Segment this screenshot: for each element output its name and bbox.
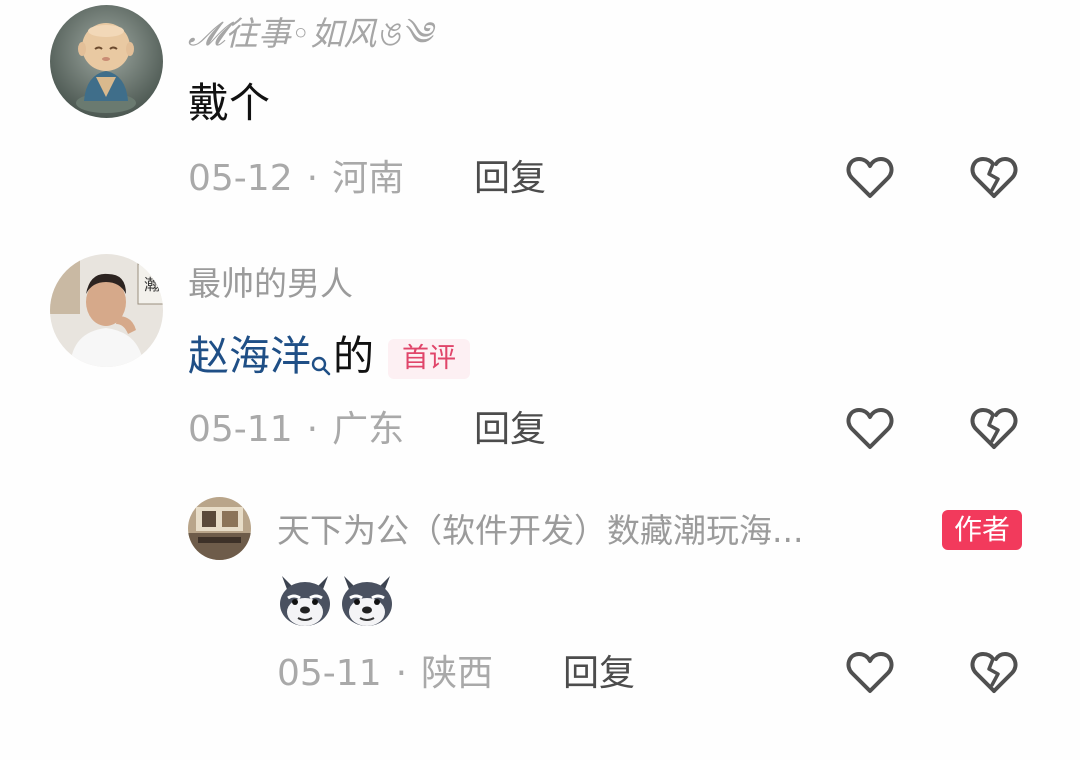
comment-date: 05-11 (188, 409, 293, 450)
first-comment-badge: 首评 (388, 339, 470, 379)
comment-username[interactable]: 最帅的男人 (188, 264, 353, 304)
comment-location: 河南 (332, 158, 405, 199)
author-badge: 作者 (942, 510, 1023, 550)
comment-location: 广东 (332, 409, 405, 450)
like-heart-icon[interactable] (844, 403, 896, 455)
avatar[interactable] (50, 5, 163, 118)
search-keyword-link[interactable]: 赵海洋 (188, 332, 333, 380)
dislike-broken-heart-icon[interactable] (968, 647, 1020, 699)
husky-emoji (342, 576, 392, 626)
reply-date: 05-11 (277, 653, 382, 694)
meta-separator: · (306, 158, 319, 199)
meta-separator: · (395, 653, 408, 694)
comment-meta: 05-12 · 河南 (188, 157, 404, 201)
reply-button[interactable]: 回复 (474, 408, 546, 452)
reply-emoji-content (276, 572, 396, 628)
comment-text: 赵海洋的首评 (188, 330, 470, 388)
avatar[interactable]: 瀚 (50, 254, 163, 367)
svg-text:瀚: 瀚 (144, 275, 160, 294)
comment-text-suffix: 的 (333, 332, 374, 380)
reply-location: 陕西 (421, 653, 494, 694)
comment-username[interactable]: 𝓜往事◦如风ঙ༄ (188, 14, 432, 54)
dislike-broken-heart-icon[interactable] (968, 403, 1020, 455)
husky-emoji (280, 576, 330, 626)
meta-separator: · (306, 409, 319, 450)
like-heart-icon[interactable] (844, 152, 896, 204)
mention-text[interactable]: 赵海洋 (188, 332, 311, 380)
like-heart-icon[interactable] (844, 647, 896, 699)
reply-meta: 05-11 · 陕西 (277, 652, 493, 696)
reply-username[interactable]: 天下为公（软件开发）数藏潮玩海... (277, 511, 803, 551)
reply-button[interactable]: 回复 (563, 652, 635, 696)
comment-meta: 05-11 · 广东 (188, 408, 404, 452)
comment-text: 戴个 (188, 79, 270, 127)
dislike-broken-heart-icon[interactable] (968, 152, 1020, 204)
search-icon (311, 336, 331, 388)
reply-button[interactable]: 回复 (474, 157, 546, 201)
comment-item: 𝓜往事◦如风ঙ༄ 戴个 05-12 · 河南 回复 (0, 0, 1080, 230)
comment-date: 05-12 (188, 158, 293, 199)
avatar[interactable] (188, 497, 251, 560)
